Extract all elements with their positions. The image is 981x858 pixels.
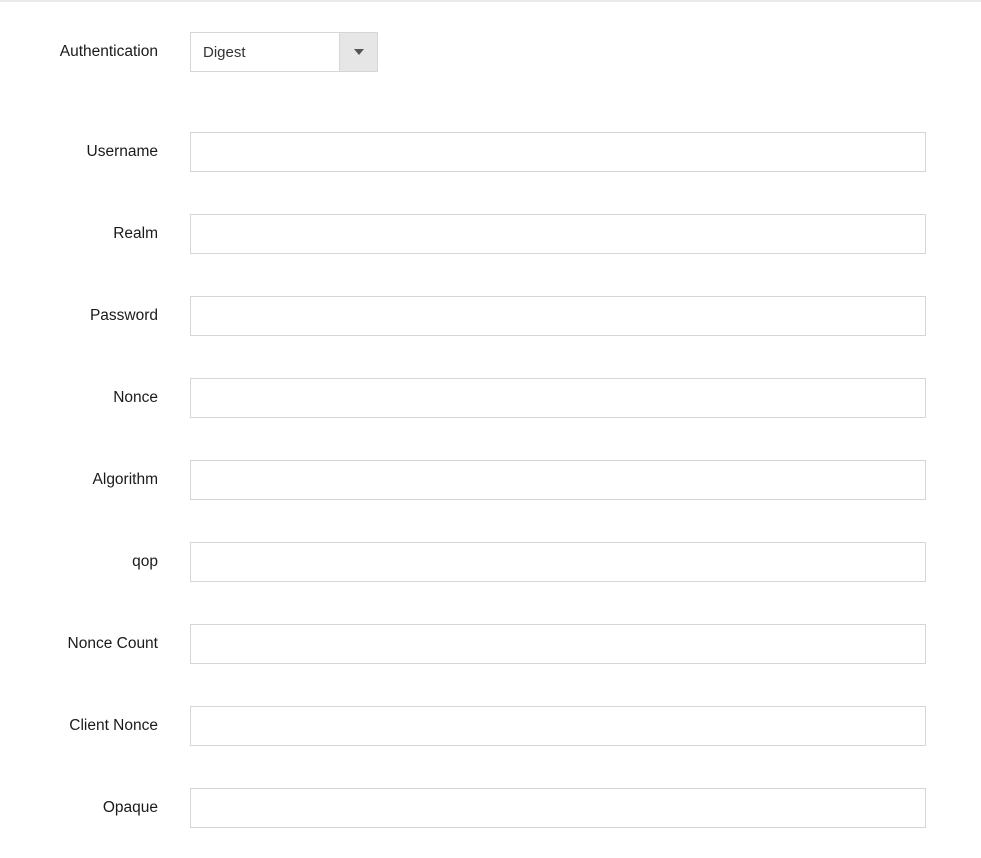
authentication-select-value: Digest xyxy=(191,33,339,71)
client-nonce-label: Client Nonce xyxy=(30,717,190,735)
password-input[interactable] xyxy=(190,296,926,336)
algorithm-input[interactable] xyxy=(190,460,926,500)
client-nonce-input[interactable] xyxy=(190,706,926,746)
algorithm-row: Algorithm xyxy=(30,460,951,500)
authentication-input-col: Digest xyxy=(190,32,926,72)
authentication-form: Authentication Digest Username Realm Pas… xyxy=(0,32,981,858)
realm-input[interactable] xyxy=(190,214,926,254)
opaque-input[interactable] xyxy=(190,788,926,828)
authentication-select[interactable]: Digest xyxy=(190,32,378,72)
qop-label: qop xyxy=(30,553,190,571)
authentication-select-arrow[interactable] xyxy=(339,33,377,71)
chevron-down-icon xyxy=(354,49,364,55)
opaque-row: Opaque xyxy=(30,788,951,828)
algorithm-label: Algorithm xyxy=(30,471,190,489)
password-label: Password xyxy=(30,307,190,325)
authentication-row: Authentication Digest xyxy=(30,32,951,72)
nonce-label: Nonce xyxy=(30,389,190,407)
realm-row: Realm xyxy=(30,214,951,254)
nonce-count-label: Nonce Count xyxy=(30,635,190,653)
nonce-count-row: Nonce Count xyxy=(30,624,951,664)
username-row: Username xyxy=(30,132,951,172)
nonce-count-input[interactable] xyxy=(190,624,926,664)
realm-label: Realm xyxy=(30,225,190,243)
authentication-label: Authentication xyxy=(30,43,190,61)
qop-input[interactable] xyxy=(190,542,926,582)
qop-row: qop xyxy=(30,542,951,582)
client-nonce-row: Client Nonce xyxy=(30,706,951,746)
username-label: Username xyxy=(30,143,190,161)
top-divider xyxy=(0,0,981,2)
opaque-label: Opaque xyxy=(30,799,190,817)
password-row: Password xyxy=(30,296,951,336)
nonce-input[interactable] xyxy=(190,378,926,418)
username-input[interactable] xyxy=(190,132,926,172)
nonce-row: Nonce xyxy=(30,378,951,418)
